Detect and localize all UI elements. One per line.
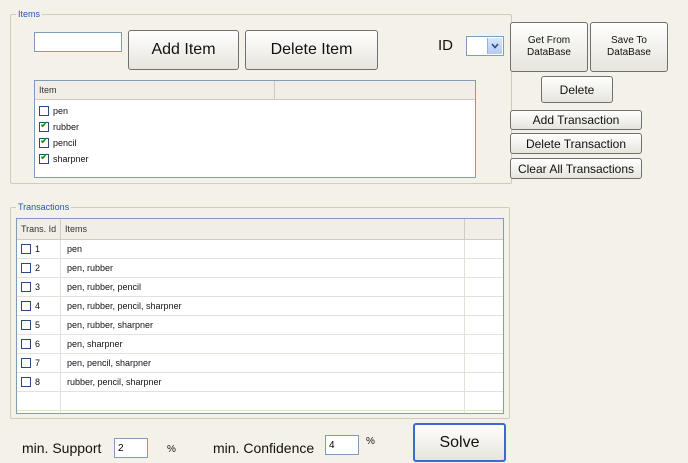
min-support-input[interactable]	[114, 438, 148, 458]
solve-button[interactable]: Solve	[413, 423, 506, 462]
item-checkbox[interactable]	[39, 152, 49, 164]
transaction-checkbox[interactable]	[21, 301, 31, 311]
item-checkbox[interactable]	[39, 106, 49, 116]
delete-button[interactable]: Delete	[541, 76, 613, 103]
transaction-checkbox[interactable]	[21, 244, 31, 254]
transaction-id: 7	[35, 358, 41, 368]
transaction-checkbox[interactable]	[21, 282, 31, 292]
transactions-header-spacer	[465, 219, 503, 239]
table-row[interactable]: 5 pen, rubber, sharpner	[17, 316, 503, 335]
transaction-id: 1	[35, 244, 41, 254]
transaction-items: pen, sharpner	[61, 335, 465, 353]
delete-transaction-button[interactable]: Delete Transaction	[510, 133, 642, 154]
transactions-table-header: Trans. Id Items	[17, 219, 503, 240]
table-row[interactable]: 2 pen, rubber	[17, 259, 503, 278]
transaction-checkbox[interactable]	[21, 263, 31, 273]
transactions-header-items[interactable]: Items	[61, 219, 465, 239]
transaction-id: 8	[35, 377, 41, 387]
list-item[interactable]: pen	[35, 103, 475, 119]
add-transaction-button[interactable]: Add Transaction	[510, 110, 642, 130]
transaction-id: 2	[35, 263, 41, 273]
transaction-items: pen, rubber, sharpner	[61, 316, 465, 334]
transactions-header-id[interactable]: Trans. Id	[17, 219, 61, 239]
min-confidence-input[interactable]	[325, 435, 359, 455]
transaction-items: pen, rubber	[61, 259, 465, 277]
transactions-table-rows: 1 pen 2 pen, rubber 3 pen, rubber, pencil 4 pen…	[17, 240, 503, 413]
transaction-id: 6	[35, 339, 41, 349]
item-label: pencil	[53, 138, 77, 148]
save-to-database-label: Save To DataBase	[607, 35, 651, 58]
new-item-input[interactable]	[34, 32, 122, 52]
transaction-checkbox[interactable]	[21, 377, 31, 387]
empty-cell	[61, 411, 465, 413]
save-to-database-button[interactable]: Save To DataBase	[590, 22, 668, 72]
list-item[interactable]: pencil	[35, 135, 475, 151]
transaction-items: pen, pencil, sharpner	[61, 354, 465, 372]
id-dropdown-arrow[interactable]	[487, 38, 502, 54]
table-row[interactable]: 3 pen, rubber, pencil	[17, 278, 503, 297]
item-checkbox[interactable]	[39, 136, 49, 148]
empty-cell	[61, 392, 465, 410]
get-from-database-label: Get From DataBase	[527, 35, 571, 58]
delete-item-button[interactable]: Delete Item	[245, 30, 378, 70]
transaction-items: pen, rubber, pencil	[61, 278, 465, 296]
transaction-items: pen	[61, 240, 465, 258]
items-group-title: Items	[16, 9, 43, 19]
transaction-id-cell: 2	[17, 259, 61, 277]
list-item[interactable]: rubber	[35, 119, 475, 135]
table-row[interactable]: 4 pen, rubber, pencil, sharpner	[17, 297, 503, 316]
add-item-button[interactable]: Add Item	[128, 30, 239, 70]
solve-button-label: Solve	[439, 433, 480, 451]
item-label: sharpner	[53, 154, 89, 164]
min-support-unit: %	[167, 444, 176, 455]
transaction-id-cell: 5	[17, 316, 61, 334]
items-list-header-item[interactable]: Item	[35, 81, 275, 99]
id-dropdown[interactable]	[466, 36, 504, 56]
min-confidence-label: min. Confidence	[213, 440, 315, 456]
clear-all-transactions-button[interactable]: Clear All Transactions	[510, 158, 642, 179]
item-label: rubber	[53, 122, 80, 132]
transaction-id-cell: 6	[17, 335, 61, 353]
transaction-id: 4	[35, 301, 41, 311]
table-row[interactable]: 6 pen, sharpner	[17, 335, 503, 354]
transaction-checkbox[interactable]	[21, 358, 31, 368]
transaction-checkbox[interactable]	[21, 339, 31, 349]
id-label: ID	[438, 37, 453, 54]
empty-cell	[17, 392, 61, 410]
min-support-label: min. Support	[22, 440, 102, 456]
transaction-id-cell: 1	[17, 240, 61, 258]
items-list-rows: pen rubber pencil sharpner	[35, 100, 475, 167]
transaction-checkbox[interactable]	[21, 320, 31, 330]
transaction-items: pen, rubber, pencil, sharpner	[61, 297, 465, 315]
table-row[interactable]: 8 rubber, pencil, sharpner	[17, 373, 503, 392]
transaction-id-cell: 3	[17, 278, 61, 296]
transactions-group-title: Transactions	[16, 202, 72, 212]
transaction-id: 5	[35, 320, 41, 330]
items-list-header-spacer	[275, 81, 475, 99]
chevron-down-icon	[491, 43, 499, 49]
table-row-empty	[17, 392, 503, 411]
min-confidence-unit: %	[366, 436, 375, 447]
transaction-items: rubber, pencil, sharpner	[61, 373, 465, 391]
empty-cell	[17, 411, 61, 413]
get-from-database-button[interactable]: Get From DataBase	[510, 22, 588, 72]
transaction-id-cell: 4	[17, 297, 61, 315]
item-label: pen	[53, 106, 69, 116]
items-list[interactable]: Item pen rubber pencil sharpner	[34, 80, 476, 178]
list-item[interactable]: sharpner	[35, 151, 475, 167]
item-checkbox[interactable]	[39, 120, 49, 132]
transaction-id-cell: 8	[17, 373, 61, 391]
transaction-id: 3	[35, 282, 41, 292]
table-row-empty	[17, 411, 503, 413]
items-list-header: Item	[35, 81, 475, 100]
transactions-table[interactable]: Trans. Id Items 1 pen 2 pen, rubber 3 pen, ru…	[16, 218, 504, 414]
transaction-id-cell: 7	[17, 354, 61, 372]
table-row[interactable]: 1 pen	[17, 240, 503, 259]
table-row[interactable]: 7 pen, pencil, sharpner	[17, 354, 503, 373]
